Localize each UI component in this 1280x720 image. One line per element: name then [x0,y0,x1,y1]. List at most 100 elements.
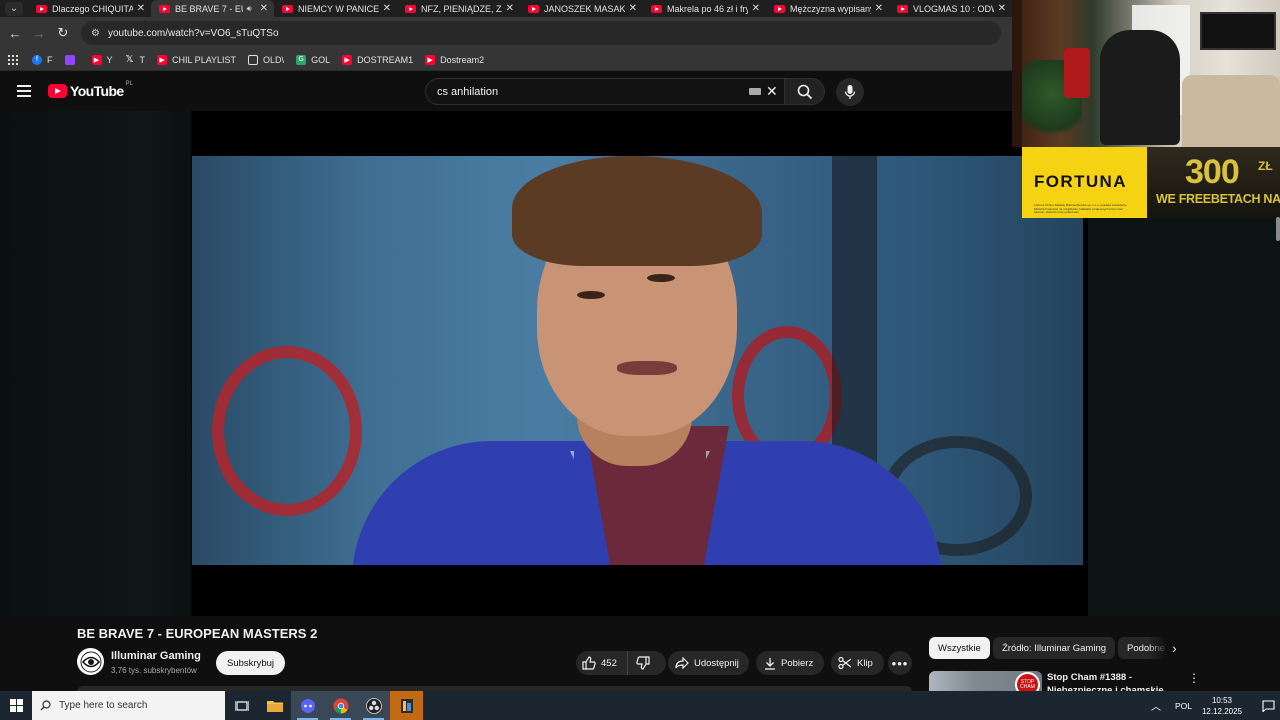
close-tab-icon[interactable]: ✕ [383,3,391,14]
clock[interactable]: 10:53 12.12.2025 [1202,695,1242,717]
ad-fine-print: Fortuna Online Zakłady Bukmacherskie sp.… [1034,204,1127,214]
close-tab-icon[interactable]: ✕ [629,3,637,14]
chip-all[interactable]: Wszystkie [929,637,990,659]
task-view-button[interactable] [225,691,258,720]
browser-tab[interactable]: VLOGMAS 10 : ODWIEDZINY ✕ [889,0,1012,17]
download-button[interactable]: Pobierz [756,651,824,675]
speaker-hair [512,156,762,266]
more-actions-button[interactable]: ••• [888,651,912,675]
recommended-video-thumbnail[interactable]: STOP CHAM [929,671,1042,691]
task-view-icon [234,700,249,711]
app-icon [400,698,413,713]
folder-icon [248,54,259,65]
recommended-video-title[interactable]: Stop Cham #1388 - Niebezpieczne i chamsk… [1047,671,1167,691]
close-tab-icon[interactable]: ✕ [875,3,883,14]
notifications-button[interactable] [1256,699,1280,712]
chevron-up-icon[interactable]: ︿ [1151,698,1161,713]
share-button[interactable]: Udostępnij [668,651,749,675]
browser-tab[interactable]: Dlaczego CHIQUITA zniknęła ✕ [28,0,151,17]
chevron-right-icon[interactable]: › [1172,640,1177,656]
youtube-logo[interactable]: YouTube PL [48,81,133,99]
browser-tab[interactable]: Mężczyzna wypisany ✕ [766,0,889,17]
speaker-eye [647,274,675,282]
close-tab-icon[interactable]: ✕ [137,3,145,14]
graffiti-decoration [212,346,362,516]
youtube-favicon-icon [282,4,293,13]
start-button[interactable] [0,691,32,720]
browser-tab[interactable]: NFZ, PIENIĄDZE, ZADŁUŻENIE ✕ [397,0,520,17]
url-field[interactable]: ⚙︎ youtube.com/watch?v=VO6_sTuQTSo [81,21,1001,45]
browser-tab[interactable]: NIEMCY W PANICE BO ✕ [274,0,397,17]
youtube-play-logo-icon [48,84,67,98]
more-vertical-icon[interactable]: ⋮ [1188,671,1200,685]
menu-icon[interactable] [17,85,31,97]
like-button[interactable]: 452 [576,651,628,675]
chrome-button[interactable] [324,691,357,720]
browser-tab[interactable]: Makrela po 46 zł i fryty ✕ [643,0,766,17]
browser-tab[interactable]: JANOSZEK MASAKRUJE ✕ [520,0,643,17]
folder-icon [266,701,283,712]
ad-amount: 300 [1185,153,1240,191]
youtube-favicon-icon [774,4,785,13]
video-frame[interactable] [192,156,1083,565]
language-indicator[interactable]: POL [1175,701,1192,711]
youtube-favicon-icon [36,4,47,13]
bookmark-item[interactable]: fF [32,54,53,65]
close-tab-icon[interactable]: ✕ [506,3,514,14]
keyboard-icon[interactable] [749,88,761,95]
chrome-icon [333,698,348,714]
site-info-icon[interactable]: ⚙︎ [91,28,100,39]
tab-title: Mężczyzna wypisany [790,3,871,14]
chip-from-channel[interactable]: Źródło: Illuminar Gaming [993,637,1116,659]
back-arrow-icon[interactable]: ← [3,26,27,41]
forward-arrow-icon[interactable]: → [27,26,51,41]
close-tab-icon[interactable]: ✕ [998,3,1006,14]
bookmark-folder[interactable]: OLD\ [248,54,284,65]
subscribe-button[interactable]: Subskrybuj [216,651,285,675]
chip-scroll-fade [1148,636,1188,660]
speaker-icon[interactable]: 🔊︎ [247,4,252,14]
bookmark-label: DOSTREAM1 [357,54,414,65]
clear-search-icon[interactable]: ✕ [766,83,778,100]
scrollbar-thumb[interactable] [1276,217,1280,241]
channel-subscriber-count: 3,76 tys. subskrybentów [111,666,197,675]
bookmark-item[interactable]: ▶ Dostream2 [425,54,484,65]
voice-search-button[interactable] [836,78,864,106]
bookmark-item[interactable]: G GOL [296,54,330,65]
obs-icon [365,697,382,714]
channel-logo-icon [80,651,101,672]
clip-button[interactable]: Klip [831,651,884,675]
tab-search-button[interactable]: ⌄ [0,0,28,17]
search-input[interactable]: cs anhilation ✕ [425,78,785,105]
bookmark-label: CHIL PLAYLIST [172,54,237,65]
bookmark-item[interactable]: ▶ CHIL PLAYLIST [157,54,237,65]
apps-grid-icon[interactable] [8,54,18,65]
url-text: youtube.com/watch?v=VO6_sTuQTSo [107,27,279,39]
reload-icon[interactable]: ↻ [51,25,75,41]
search-icon [40,700,51,711]
close-tab-icon[interactable]: ✕ [260,3,268,14]
sofa [1182,75,1280,147]
obs-button[interactable] [357,691,390,720]
bookmark-item[interactable]: 𝕏T [125,54,145,65]
highlighted-app-button[interactable] [390,691,423,720]
discord-button[interactable] [291,691,324,720]
thumbs-up-icon [582,656,596,670]
taskbar-search-input[interactable]: Type here to search [32,691,225,720]
dislike-button[interactable] [628,656,655,670]
bookmark-item[interactable] [64,54,80,65]
scissors-icon [838,656,852,670]
file-explorer-button[interactable] [258,691,291,720]
bookmark-item[interactable]: ▶ Y [91,54,113,65]
channel-name[interactable]: Illuminar Gaming [111,650,201,662]
tab-title: JANOSZEK MASAKRUJE [544,3,625,14]
bookmark-item[interactable]: ▶ DOSTREAM1 [342,54,414,65]
browser-tab-active[interactable]: BE BRAVE 7 - EUROPEAN MASTERS 2 🔊︎ ✕ [151,0,274,17]
channel-avatar[interactable] [77,648,104,675]
close-tab-icon[interactable]: ✕ [752,3,760,14]
youtube-header: YouTube PL cs anhilation ✕ [0,72,1012,112]
x-icon: 𝕏 [125,54,134,65]
search-query-text: cs anhilation [437,85,499,98]
search-button[interactable] [785,78,825,105]
taskbar-search-placeholder: Type here to search [59,700,148,711]
